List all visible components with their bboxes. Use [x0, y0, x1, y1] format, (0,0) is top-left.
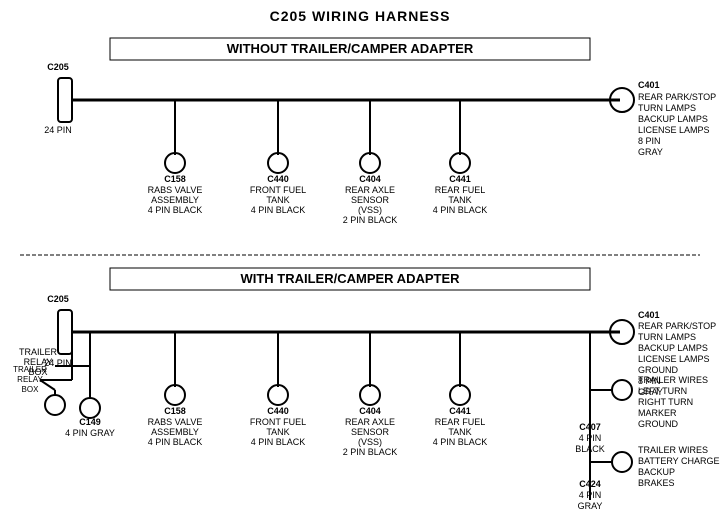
- svg-text:4 PIN GRAY: 4 PIN GRAY: [65, 428, 115, 438]
- svg-text:4 PIN: 4 PIN: [579, 490, 602, 500]
- svg-text:TRAILER WIRES: TRAILER WIRES: [638, 445, 708, 455]
- svg-text:2 PIN BLACK: 2 PIN BLACK: [343, 215, 398, 225]
- svg-text:C404: C404: [359, 174, 381, 184]
- svg-text:C440: C440: [267, 174, 289, 184]
- svg-text:4 PIN BLACK: 4 PIN BLACK: [433, 205, 488, 215]
- svg-text:C441: C441: [449, 174, 471, 184]
- svg-text:C441: C441: [449, 406, 471, 416]
- svg-text:(VSS): (VSS): [358, 437, 382, 447]
- svg-text:TURN LAMPS: TURN LAMPS: [638, 332, 696, 342]
- wiring-diagram: WITHOUT TRAILER/CAMPER ADAPTER C205 24 P…: [0, 0, 720, 517]
- svg-text:BACKUP LAMPS: BACKUP LAMPS: [638, 343, 708, 353]
- svg-text:GROUND: GROUND: [638, 365, 678, 375]
- svg-text:(VSS): (VSS): [358, 205, 382, 215]
- svg-text:MARKER: MARKER: [638, 408, 677, 418]
- svg-text:ASSEMBLY: ASSEMBLY: [151, 195, 199, 205]
- svg-text:SENSOR: SENSOR: [351, 427, 390, 437]
- svg-text:C401: C401: [638, 80, 660, 90]
- svg-text:SENSOR: SENSOR: [351, 195, 390, 205]
- svg-text:RABS VALVE: RABS VALVE: [148, 417, 203, 427]
- svg-text:4 PIN BLACK: 4 PIN BLACK: [251, 205, 306, 215]
- svg-text:FRONT FUEL: FRONT FUEL: [250, 417, 306, 427]
- svg-text:REAR FUEL: REAR FUEL: [435, 185, 486, 195]
- svg-text:REAR PARK/STOP: REAR PARK/STOP: [638, 92, 716, 102]
- page: C205 WIRING HARNESS WITHOUT TRAILER/CAMP…: [0, 0, 720, 517]
- svg-text:C407: C407: [579, 422, 601, 432]
- svg-text:C149: C149: [79, 417, 101, 427]
- svg-text:GRAY: GRAY: [578, 501, 603, 511]
- svg-text:WITH TRAILER/CAMPER ADAPTER: WITH TRAILER/CAMPER ADAPTER: [240, 271, 460, 286]
- svg-text:C404: C404: [359, 406, 381, 416]
- svg-text:8 PIN: 8 PIN: [638, 136, 661, 146]
- svg-text:BRAKES: BRAKES: [638, 478, 675, 488]
- svg-text:4 PIN BLACK: 4 PIN BLACK: [433, 437, 488, 447]
- svg-text:TANK: TANK: [266, 427, 289, 437]
- svg-text:TANK: TANK: [448, 195, 471, 205]
- svg-text:REAR FUEL: REAR FUEL: [435, 417, 486, 427]
- svg-text:BLACK: BLACK: [575, 444, 605, 454]
- svg-text:GROUND: GROUND: [638, 419, 678, 429]
- svg-text:TANK: TANK: [266, 195, 289, 205]
- svg-text:LICENSE LAMPS: LICENSE LAMPS: [638, 125, 710, 135]
- svg-text:BOX: BOX: [28, 367, 47, 377]
- svg-text:BOX: BOX: [22, 385, 40, 394]
- svg-text:RIGHT TURN: RIGHT TURN: [638, 397, 693, 407]
- svg-text:2 PIN BLACK: 2 PIN BLACK: [343, 447, 398, 457]
- svg-text:GRAY: GRAY: [638, 147, 663, 157]
- svg-text:REAR AXLE: REAR AXLE: [345, 417, 395, 427]
- svg-text:TRAILER WIRES: TRAILER WIRES: [638, 375, 708, 385]
- svg-text:24 PIN: 24 PIN: [44, 125, 72, 135]
- svg-text:4 PIN BLACK: 4 PIN BLACK: [251, 437, 306, 447]
- svg-text:TRAILER: TRAILER: [19, 347, 58, 357]
- svg-text:RABS VALVE: RABS VALVE: [148, 185, 203, 195]
- svg-text:BACKUP: BACKUP: [638, 467, 675, 477]
- svg-text:RELAY: RELAY: [24, 357, 53, 367]
- svg-text:C401: C401: [638, 310, 660, 320]
- svg-text:C158: C158: [164, 406, 186, 416]
- svg-text:ASSEMBLY: ASSEMBLY: [151, 427, 199, 437]
- svg-text:FRONT FUEL: FRONT FUEL: [250, 185, 306, 195]
- svg-text:TURN LAMPS: TURN LAMPS: [638, 103, 696, 113]
- svg-text:BACKUP LAMPS: BACKUP LAMPS: [638, 114, 708, 124]
- svg-text:WITHOUT TRAILER/CAMPER ADAPTE: WITHOUT TRAILER/CAMPER ADAPTER: [227, 41, 474, 56]
- svg-text:4 PIN BLACK: 4 PIN BLACK: [148, 205, 203, 215]
- svg-text:BATTERY CHARGE: BATTERY CHARGE: [638, 456, 720, 466]
- svg-text:LEFT TURN: LEFT TURN: [638, 386, 687, 396]
- svg-text:TANK: TANK: [448, 427, 471, 437]
- svg-text:C205: C205: [47, 62, 69, 72]
- svg-text:REAR PARK/STOP: REAR PARK/STOP: [638, 321, 716, 331]
- svg-text:C205: C205: [47, 294, 69, 304]
- svg-text:LICENSE LAMPS: LICENSE LAMPS: [638, 354, 710, 364]
- svg-text:C424: C424: [579, 479, 601, 489]
- svg-text:REAR AXLE: REAR AXLE: [345, 185, 395, 195]
- svg-text:4 PIN: 4 PIN: [579, 433, 602, 443]
- svg-text:C440: C440: [267, 406, 289, 416]
- svg-text:C158: C158: [164, 174, 186, 184]
- svg-text:4 PIN BLACK: 4 PIN BLACK: [148, 437, 203, 447]
